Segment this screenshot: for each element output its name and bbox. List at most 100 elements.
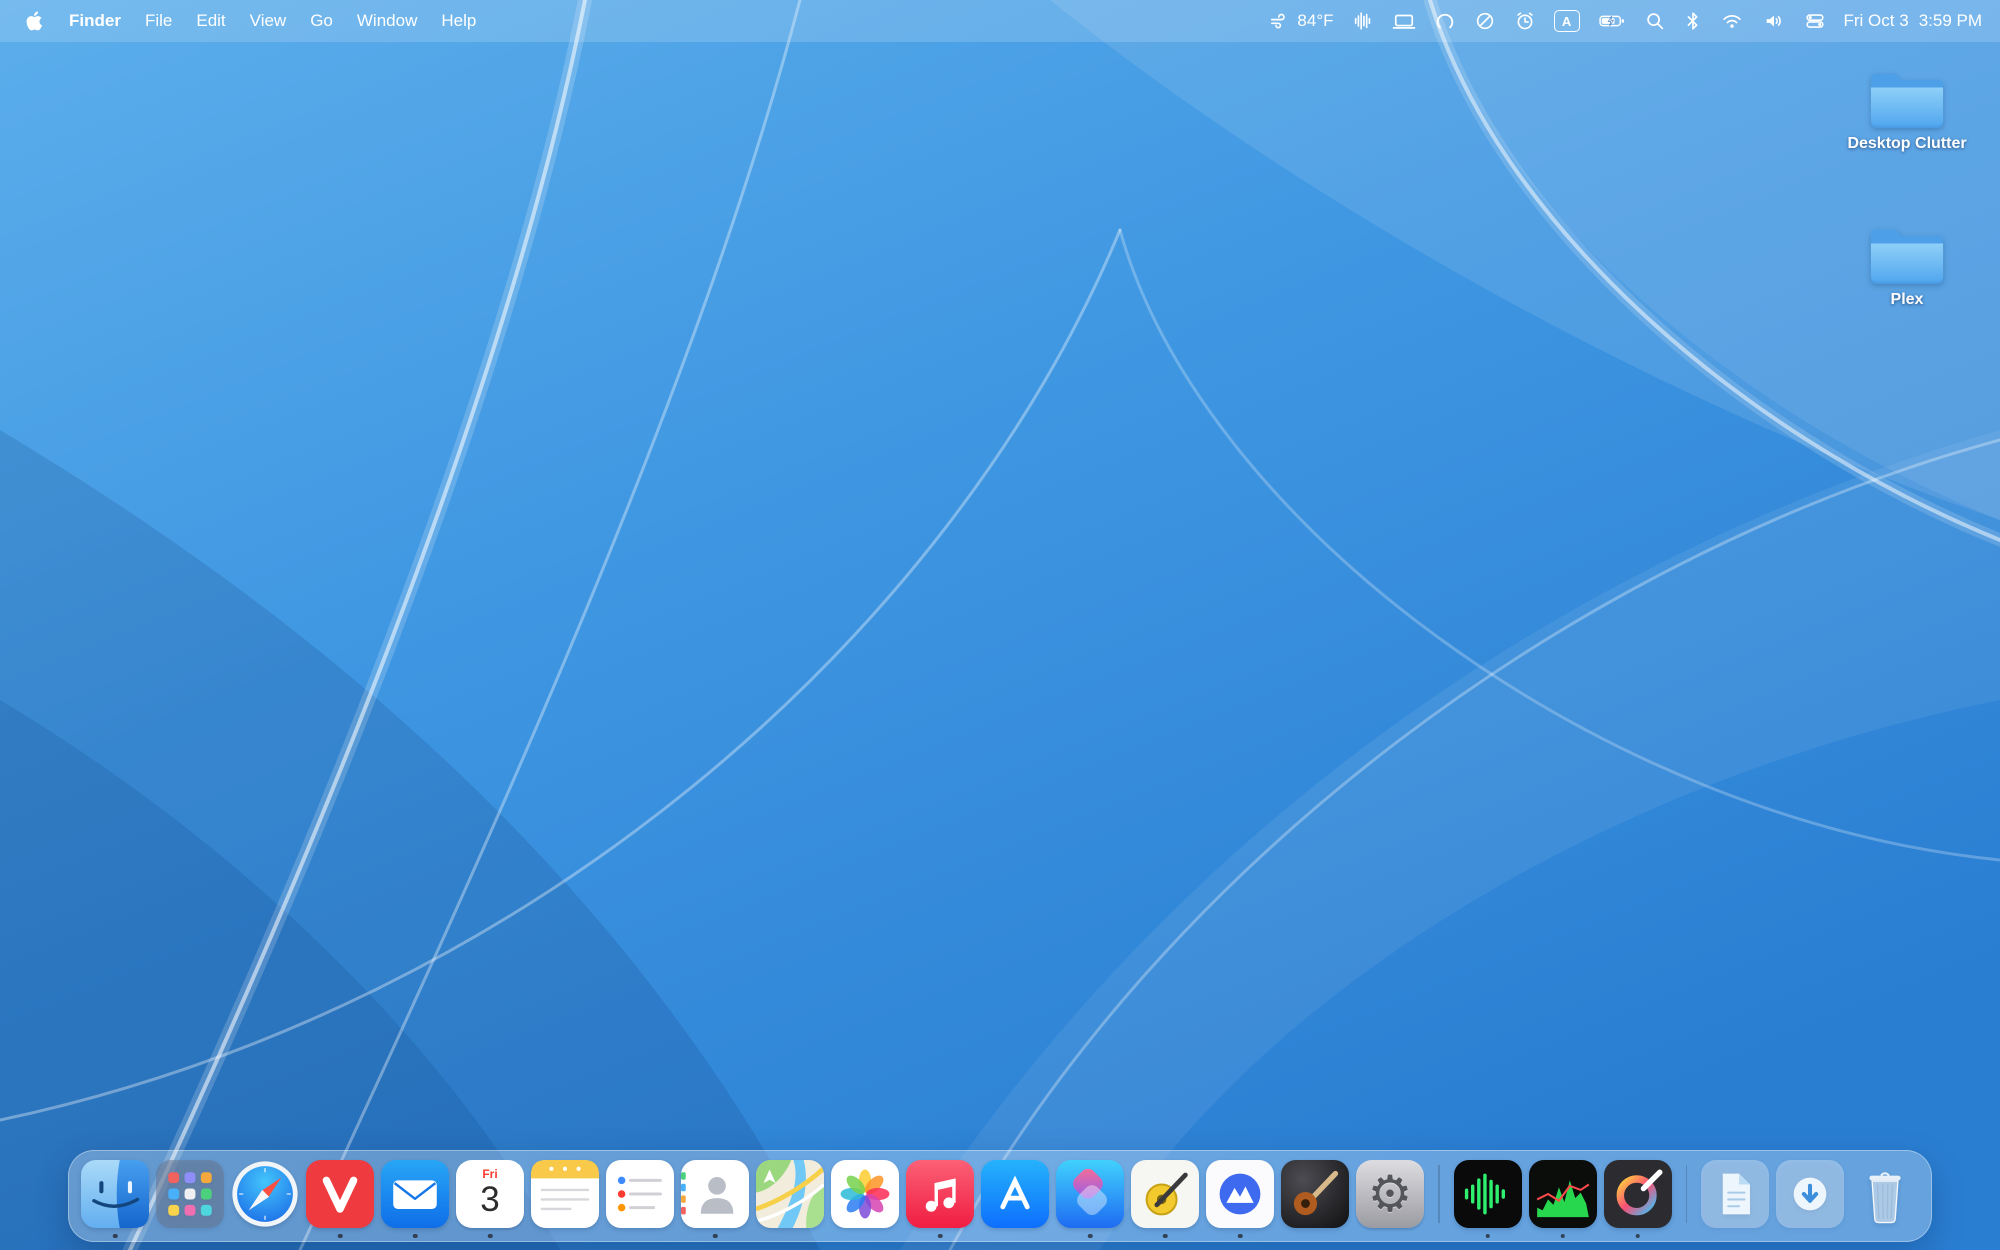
wifi-status-item[interactable] xyxy=(1720,0,1744,42)
nordvpn-icon xyxy=(1206,1160,1274,1228)
dock-reminders[interactable] xyxy=(606,1160,674,1228)
battery-charging-icon xyxy=(1598,10,1626,32)
dock-documents-stack[interactable] xyxy=(1701,1160,1769,1228)
clock-time: 3:59 PM xyxy=(1919,11,1982,31)
menu-bar-clock[interactable]: Fri Oct 3 3:59 PM xyxy=(1844,0,1982,42)
wifi-icon xyxy=(1720,10,1744,32)
menu-bar-status-area: 84°F xyxy=(1269,0,2000,42)
input-source-icon: A xyxy=(1554,10,1580,32)
download-arrow-icon xyxy=(1776,1160,1844,1228)
document-icon xyxy=(1701,1160,1769,1228)
bluetooth-icon xyxy=(1684,10,1702,32)
circle-slash-icon xyxy=(1474,10,1496,32)
menu-edit[interactable]: Edit xyxy=(184,0,237,42)
dock-nordvpn[interactable] xyxy=(1206,1160,1274,1228)
battery-arc-icon xyxy=(1434,10,1456,32)
folder-label: Plex xyxy=(1891,291,1924,309)
dock-photos[interactable] xyxy=(831,1160,899,1228)
dock-guitar-tuner[interactable] xyxy=(1131,1160,1199,1228)
dock-safari[interactable] xyxy=(231,1160,299,1228)
dock-separator xyxy=(1438,1165,1440,1223)
audio-app-status-item[interactable] xyxy=(1352,0,1374,42)
dock-system-monitor[interactable] xyxy=(1529,1160,1597,1228)
dock-music[interactable] xyxy=(906,1160,974,1228)
volume-icon xyxy=(1762,10,1786,32)
shortcuts-icon xyxy=(1056,1160,1124,1228)
menu-bar: Finder File Edit View Go Window Help 84°… xyxy=(0,0,2000,42)
menu-file[interactable]: File xyxy=(133,0,184,42)
alarm-status-item[interactable] xyxy=(1514,0,1536,42)
contacts-icon xyxy=(681,1160,749,1228)
menu-finder[interactable]: Finder xyxy=(57,0,133,42)
dock-system-settings[interactable]: ⚙ xyxy=(1356,1160,1424,1228)
app-store-icon xyxy=(981,1160,1049,1228)
spotlight-status-item[interactable] xyxy=(1644,0,1666,42)
search-icon xyxy=(1644,10,1666,32)
audio-waveform-icon xyxy=(1352,10,1374,32)
alarm-clock-icon xyxy=(1514,10,1536,32)
dock-calendar[interactable]: Fri 3 xyxy=(456,1160,524,1228)
folder-desktop-clutter[interactable]: Desktop Clutter xyxy=(1827,66,1987,153)
garageband-guitar-icon xyxy=(1281,1160,1349,1228)
mail-icon xyxy=(381,1160,449,1228)
display-status-item[interactable] xyxy=(1392,0,1416,42)
control-center-icon xyxy=(1804,10,1826,32)
weather-temp: 84°F xyxy=(1297,11,1333,31)
bluetooth-status-item[interactable] xyxy=(1684,0,1702,42)
green-waveform-icon xyxy=(1454,1160,1522,1228)
dock-vivaldi[interactable] xyxy=(306,1160,374,1228)
notes-icon xyxy=(531,1160,599,1228)
menu-go[interactable]: Go xyxy=(298,0,345,42)
menu-window[interactable]: Window xyxy=(345,0,429,42)
folder-icon xyxy=(1866,222,1948,288)
dock-notes[interactable] xyxy=(531,1160,599,1228)
display-icon xyxy=(1392,10,1416,32)
dock-garageband[interactable] xyxy=(1281,1160,1349,1228)
activity-graph-icon xyxy=(1529,1160,1597,1228)
macos-desktop: Finder File Edit View Go Window Help 84°… xyxy=(0,0,2000,1250)
wind-icon xyxy=(1269,10,1291,32)
calendar-day-number: 3 xyxy=(480,1182,499,1217)
volume-status-item[interactable] xyxy=(1762,0,1786,42)
safari-compass-icon xyxy=(231,1160,299,1228)
desktop-wallpaper xyxy=(0,0,2000,1250)
dock-audio-tool[interactable] xyxy=(1454,1160,1522,1228)
circle-slash-status-item[interactable] xyxy=(1474,0,1496,42)
clock-date: Fri Oct 3 xyxy=(1844,11,1909,31)
dock-finder[interactable] xyxy=(81,1160,149,1228)
battery-arc-status-item[interactable] xyxy=(1434,0,1456,42)
dock-shortcuts[interactable] xyxy=(1056,1160,1124,1228)
control-center-status-item[interactable] xyxy=(1804,0,1826,42)
dock-downloads-stack[interactable] xyxy=(1776,1160,1844,1228)
folder-label: Desktop Clutter xyxy=(1847,135,1966,153)
folder-plex[interactable]: Plex xyxy=(1827,222,1987,309)
vivaldi-icon xyxy=(306,1160,374,1228)
launchpad-icon xyxy=(156,1160,224,1228)
menu-help[interactable]: Help xyxy=(429,0,488,42)
dock-app-store[interactable] xyxy=(981,1160,1049,1228)
reminders-icon xyxy=(606,1160,674,1228)
dock-launchpad[interactable] xyxy=(156,1160,224,1228)
battery-status-item[interactable] xyxy=(1598,0,1626,42)
calendar-icon: Fri 3 xyxy=(456,1160,524,1228)
maps-icon xyxy=(756,1160,824,1228)
folder-icon xyxy=(1866,66,1948,132)
dock-separator xyxy=(1686,1165,1688,1223)
trash-icon xyxy=(1851,1160,1919,1228)
weather-status-item[interactable]: 84°F xyxy=(1269,0,1333,42)
dock: Fri 3 xyxy=(68,1150,1932,1242)
input-source-status-item[interactable]: A xyxy=(1554,0,1580,42)
dock-mail[interactable] xyxy=(381,1160,449,1228)
apple-menu[interactable] xyxy=(0,0,57,42)
dock-image-editor[interactable] xyxy=(1604,1160,1672,1228)
dock-trash[interactable] xyxy=(1851,1160,1919,1228)
menu-view[interactable]: View xyxy=(238,0,299,42)
wallpaper-art xyxy=(0,0,2000,1250)
dock-contacts[interactable] xyxy=(681,1160,749,1228)
menu-bar-left: Finder File Edit View Go Window Help xyxy=(0,0,488,42)
tuner-icon xyxy=(1131,1160,1199,1228)
photos-pinwheel-icon xyxy=(831,1160,899,1228)
dock-container: Fri 3 xyxy=(68,1150,1932,1242)
dock-maps[interactable] xyxy=(756,1160,824,1228)
settings-gear-icon: ⚙ xyxy=(1356,1160,1424,1228)
